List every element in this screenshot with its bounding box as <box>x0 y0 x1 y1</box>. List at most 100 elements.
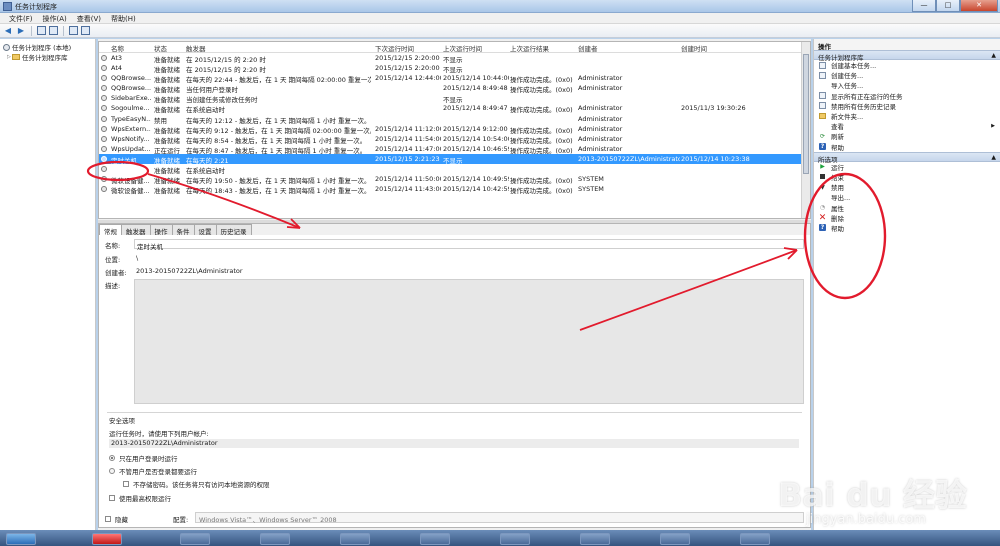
actions-section-library[interactable]: 任务计划程序库 ▲ <box>814 50 1000 62</box>
task-next-run: 2015/12/15 2:21:23 <box>375 154 440 163</box>
table-row[interactable]: TypeEasyN... 禁用 在每天的 12:12 - 触发后，在 1 天 期间每… <box>99 114 810 125</box>
column-header-created[interactable]: 创建时间 <box>681 43 751 53</box>
collapse-icon[interactable]: ▲ <box>991 52 996 59</box>
table-row[interactable]: QQBrowse... 准备就绪 在每天的 22:44 - 触发后，在 1 天 期间… <box>99 73 810 84</box>
action-import-task[interactable]: 导入任务... <box>814 80 1000 90</box>
column-header-next-run[interactable]: 下次运行时间 <box>375 43 441 53</box>
task-clock-icon <box>101 166 107 173</box>
action-new-folder[interactable]: 新文件夹... <box>814 111 1000 121</box>
tree-item-library[interactable]: ▷ 任务计划程序库 <box>0 52 95 62</box>
action-run[interactable]: ▶ 运行 <box>814 162 1000 172</box>
close-button[interactable]: ✕ <box>960 0 998 12</box>
action-disable[interactable]: ▼ 禁用 <box>814 182 1000 193</box>
tab-settings[interactable]: 设置 <box>193 224 217 236</box>
taskbar-app[interactable] <box>260 533 290 545</box>
checkbox-no-password[interactable]: 不存储密码。该任务将只有访问本地资源的权限 <box>123 479 270 489</box>
table-row[interactable]: SidebarExe... 准备就绪 当创建任务或修改任务时 不显示 <box>99 93 810 104</box>
action-view[interactable]: 查看 ▶ <box>814 121 1000 131</box>
column-header-last-result[interactable]: 上次运行结果 <box>510 43 576 53</box>
action-show-running[interactable]: 显示所有正在运行的任务 <box>814 91 1000 101</box>
action-export[interactable]: 导出... <box>814 192 1000 202</box>
checkbox-highest-privileges[interactable]: 使用最高权限运行 <box>109 493 171 503</box>
table-row[interactable]: WpsExtern... 准备就绪 在每天的 9:12 - 触发后，在 1 天 期间… <box>99 124 810 135</box>
action-delete[interactable]: ✕ 删除 <box>814 213 1000 223</box>
description-field[interactable] <box>134 279 804 404</box>
menu-view[interactable]: 查看(V) <box>72 13 106 23</box>
vertical-scrollbar[interactable] <box>801 42 810 218</box>
action-disable-history[interactable]: 禁用所有任务历史记录 <box>814 101 1000 111</box>
forward-arrow-icon[interactable]: ▶ <box>16 26 26 36</box>
properties-icon: ◔ <box>819 204 826 212</box>
actions-section-selected[interactable]: 所选项 ▲ <box>814 151 1000 164</box>
table-row-selected[interactable]: 定时关机 准备就绪 在每天的 2:21 2015/12/15 2:21:23 不显示 20… <box>99 153 810 165</box>
table-row[interactable]: At3 准备就绪在 2015/12/15 的 2:20 时 2015/12/15 2… <box>99 53 810 64</box>
menu-file[interactable]: 文件(F) <box>4 13 38 23</box>
tab-history[interactable]: 历史记录 <box>215 224 252 236</box>
column-header-author[interactable]: 创建者 <box>578 43 680 53</box>
table-row[interactable]: 微软设备健... 准备就绪 在每天的 18:43 - 触发后，在 1 天 期间每隔 … <box>99 184 810 195</box>
show-action-pane-icon[interactable] <box>81 26 90 35</box>
action-label: 查看 <box>831 123 844 132</box>
taskbar-app[interactable] <box>500 533 530 545</box>
table-row[interactable]: 微软设备健... 准备就绪 在每天的 19:50 - 触发后，在 1 天 期间每隔 … <box>99 174 810 185</box>
table-row[interactable]: Sogoulme... 准备就绪 在系统启动时 2015/12/14 8:49:47 操… <box>99 103 810 114</box>
checkbox-hidden[interactable]: 隐藏 <box>105 514 128 524</box>
action-end[interactable]: 结束 <box>814 172 1000 182</box>
taskbar-app[interactable] <box>180 533 210 545</box>
action-properties[interactable]: ◔ 属性 <box>814 202 1000 213</box>
column-header-name[interactable]: 名称 <box>111 43 151 53</box>
tab-conditions[interactable]: 条件 <box>171 224 195 236</box>
tree-item-label: 任务计划程序库 <box>22 54 68 62</box>
menu-help[interactable]: 帮助(H) <box>106 13 141 23</box>
minimize-button[interactable]: — <box>912 0 936 12</box>
table-row[interactable]: WpsUpdat... 正在运行 在每天的 8:47 - 触发后，在 1 天 期间每… <box>99 144 810 155</box>
table-row[interactable]: 准备就绪 在系统启动时 <box>99 164 810 175</box>
action-create-task[interactable]: 创建任务... <box>814 70 1000 80</box>
radio-button[interactable] <box>109 455 115 461</box>
column-header-trigger[interactable]: 触发器 <box>186 43 371 53</box>
folder-icon <box>819 113 826 120</box>
taskbar-app[interactable] <box>740 533 770 545</box>
radio-button[interactable] <box>109 468 115 474</box>
maximize-button[interactable]: □ <box>936 0 960 12</box>
collapse-icon[interactable]: ▲ <box>991 154 996 161</box>
taskbar-app[interactable] <box>92 533 122 545</box>
radio-run-logged-on[interactable]: 只在用户登录时运行 <box>109 453 178 463</box>
show-hide-console-icon[interactable] <box>49 26 58 35</box>
taskbar-app[interactable] <box>580 533 610 545</box>
action-label: 创建基本任务... <box>831 62 877 71</box>
action-label: 导出... <box>831 194 851 203</box>
action-create-basic-task[interactable]: 创建基本任务... <box>814 60 1000 70</box>
task-author: 2013-20150722ZL\Administrator <box>578 154 680 163</box>
taskbar-app[interactable] <box>340 533 370 545</box>
menu-action[interactable]: 操作(A) <box>38 13 72 23</box>
task-name: SidebarExe... <box>111 94 151 103</box>
help-icon[interactable] <box>69 26 78 35</box>
action-label: 刷新 <box>831 133 844 142</box>
action-help-selected[interactable]: ? 帮助 <box>814 223 1000 233</box>
task-name-field[interactable]: 定时关机 <box>134 239 804 251</box>
table-row[interactable]: At4 准备就绪在 2015/12/15 的 2:20 时 2015/12/15 2… <box>99 63 810 74</box>
checkbox[interactable] <box>123 481 129 487</box>
tab-actions[interactable]: 操作 <box>149 224 173 236</box>
config-select[interactable]: Windows Vista™、Windows Server™ 2008 <box>195 512 804 524</box>
column-header-status[interactable]: 状态 <box>154 43 184 53</box>
taskbar-app[interactable] <box>660 533 690 545</box>
tab-triggers[interactable]: 触发器 <box>121 224 151 236</box>
action-help[interactable]: ? 帮助 <box>814 142 1000 152</box>
task-author: Administrator <box>578 104 623 113</box>
tree-root[interactable]: 任务计划程序 (本地) <box>0 42 95 52</box>
table-row[interactable]: WpsNotify... 准备就绪 在每天的 8:54 - 触发后，在 1 天 期间… <box>99 134 810 145</box>
start-button[interactable] <box>6 533 36 545</box>
action-refresh[interactable]: ⟳ 刷新 <box>814 131 1000 142</box>
tab-general[interactable]: 常规 <box>99 224 122 236</box>
scrollbar-thumb[interactable] <box>803 54 809 174</box>
taskbar-app[interactable] <box>420 533 450 545</box>
folder-up-icon[interactable] <box>37 26 46 35</box>
back-arrow-icon[interactable]: ◀ <box>3 26 13 36</box>
checkbox[interactable] <box>105 516 111 522</box>
column-header-last-run[interactable]: 上次运行时间 <box>443 43 509 53</box>
radio-run-any[interactable]: 不管用户是否登录都要运行 <box>109 466 197 476</box>
checkbox[interactable] <box>109 495 115 501</box>
table-row[interactable]: QQBrowse... 准备就绪 当任何用户登录时 2015/12/14 8:49:4… <box>99 83 810 94</box>
